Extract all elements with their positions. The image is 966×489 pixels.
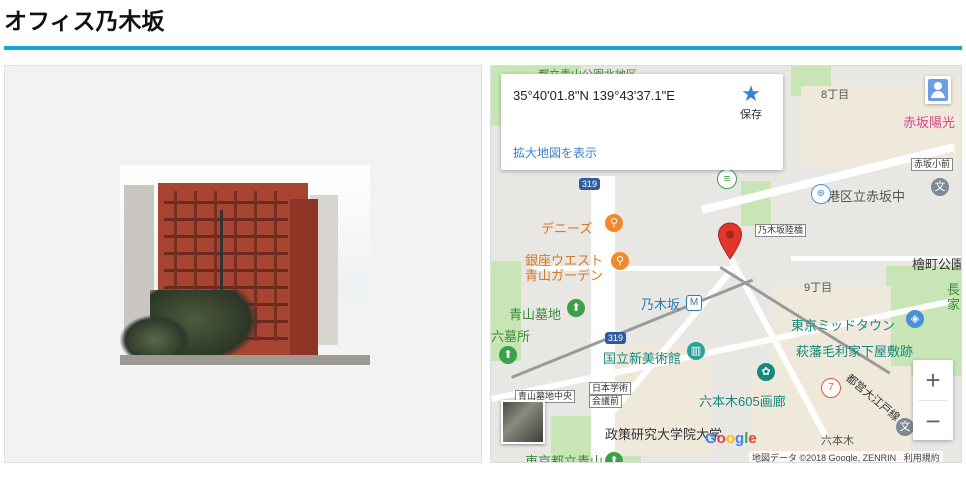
- map-label-hagi-mansion[interactable]: 萩藩毛利家下屋敷跡: [796, 341, 913, 360]
- bus-stop-icon[interactable]: ≡: [717, 169, 737, 189]
- route-319-shield: 319: [579, 178, 601, 190]
- map-label-nihon-gakujutsu: 日本学術: [589, 382, 632, 395]
- map-label-akasaka-yoko[interactable]: 赤坂陽光: [903, 112, 955, 131]
- person-icon: [928, 79, 948, 101]
- map-label-tokyo-aoyama[interactable]: 東京都立青山: [525, 451, 603, 462]
- map-label-dennys[interactable]: デニーズ: [541, 218, 592, 237]
- map-label-roppongi-605[interactable]: 六本木605画廊: [699, 391, 786, 410]
- shopping-icon[interactable]: ◈: [906, 310, 924, 328]
- building-photo: [120, 165, 370, 365]
- gallery-icon[interactable]: ✿: [757, 363, 775, 381]
- title-divider: [4, 46, 962, 50]
- satellite-toggle[interactable]: [501, 400, 545, 444]
- map-label-ginza-west-2[interactable]: 青山ガーデン: [525, 265, 603, 284]
- route-319-shield-2: 319: [605, 332, 627, 344]
- zoom-out-button[interactable]: −: [913, 401, 953, 441]
- museum-icon[interactable]: ▥: [687, 342, 705, 360]
- store-icon[interactable]: 7: [821, 378, 841, 398]
- map-label-8chome: 8丁目: [821, 89, 850, 101]
- map-label-national-art-center[interactable]: 国立新美術館: [603, 348, 681, 367]
- coordinates-text: 35°40'01.8"N 139°43'37.1"E: [513, 88, 675, 103]
- map-label-tokyo-midtown[interactable]: 東京ミッドタウン: [791, 315, 895, 334]
- photo-panel: [4, 65, 482, 463]
- map-label-roppongi: 六本木: [821, 435, 854, 447]
- location-pin-icon[interactable]: [717, 222, 743, 260]
- google-map[interactable]: 都立青山公園北地区 デニーズ 銀座ウエスト 青山ガーデン 青山墓地 六墓所 乃木…: [490, 65, 962, 463]
- restaurant-icon[interactable]: ⚲: [611, 252, 629, 270]
- save-button[interactable]: ★ 保存: [729, 82, 773, 128]
- terms-link[interactable]: 利用規約: [904, 453, 940, 462]
- map-label-aoyama-cemetery[interactable]: 青山墓地: [509, 304, 561, 323]
- star-icon: ★: [741, 81, 761, 106]
- zoom-in-button[interactable]: +: [913, 360, 953, 400]
- subway-icon[interactable]: M: [686, 295, 702, 311]
- police-icon[interactable]: ⊕: [811, 184, 831, 204]
- google-logo: Google: [705, 430, 757, 447]
- map-label-9chome: 9丁目: [804, 282, 833, 294]
- map-label-nihon-gakujutsu-2: 会議前: [589, 395, 623, 408]
- park-icon[interactable]: ⬆: [605, 452, 623, 462]
- street-view-pegman[interactable]: [925, 76, 951, 104]
- place-info-card: 35°40'01.8"N 139°43'37.1"E ★ 保存 拡大地図を表示: [501, 74, 783, 170]
- map-label-rokubosho[interactable]: 六墓所: [491, 326, 530, 345]
- save-label: 保存: [740, 109, 762, 121]
- map-label-akasaka-komae: 赤坂小前: [911, 158, 954, 171]
- map-label-nogizaka-station[interactable]: 乃木坂: [641, 294, 680, 313]
- map-label-nogizaka-bridge: 乃木坂陸橋: [755, 224, 807, 237]
- school-icon[interactable]: 文: [896, 418, 914, 436]
- attribution-text: 地図データ ©2018 Google, ZENRIN: [752, 453, 897, 463]
- map-label-hinoki[interactable]: 檜町公園: [912, 254, 961, 273]
- restaurant-icon[interactable]: ⚲: [605, 214, 623, 232]
- school-icon[interactable]: 文: [931, 178, 949, 196]
- map-attribution: 地図データ ©2018 Google, ZENRIN 利用規約: [749, 451, 943, 463]
- park-icon[interactable]: ⬆: [499, 346, 517, 364]
- page-title: オフィス乃木坂: [4, 8, 165, 34]
- view-larger-map-link[interactable]: 拡大地図を表示: [513, 144, 597, 161]
- map-label-minato-akasaka[interactable]: 港区立赤坂中: [827, 186, 905, 205]
- zoom-control: + −: [913, 360, 953, 440]
- park-icon[interactable]: ⬆: [567, 299, 585, 317]
- map-label-ie: 家: [947, 297, 961, 312]
